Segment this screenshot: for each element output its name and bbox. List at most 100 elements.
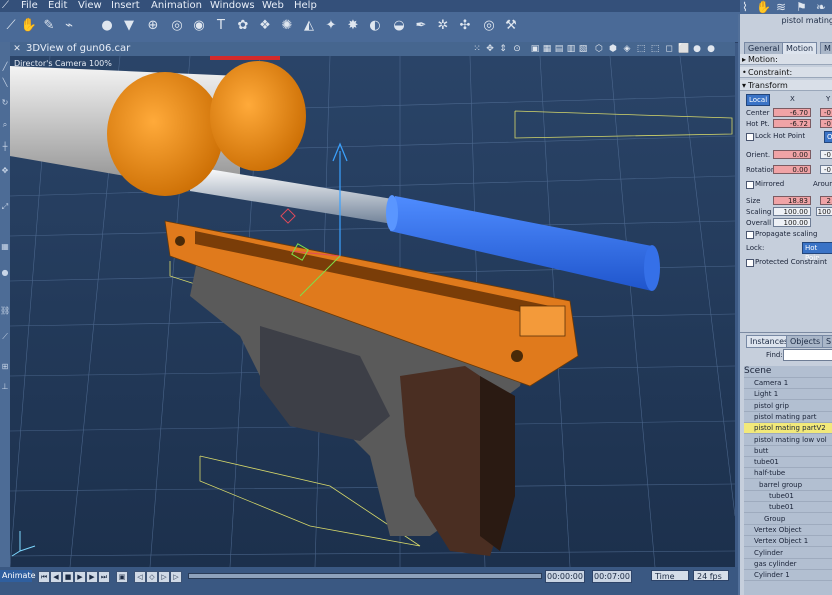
leaf-icon[interactable]: ❧: [816, 0, 826, 14]
torus-tool-icon[interactable]: ◎: [168, 17, 186, 35]
orient-x-field[interactable]: 0.00: [773, 150, 811, 159]
3d-viewport[interactable]: Director's Camera 100%: [10, 56, 735, 567]
rotation-x-field[interactable]: 0.00: [773, 165, 811, 174]
pen-tool-icon[interactable]: ✒: [412, 17, 430, 35]
propagate-checkbox[interactable]: [746, 231, 754, 239]
sphere-tool-icon[interactable]: ●: [98, 17, 116, 35]
menu-windows[interactable]: Windows: [210, 0, 255, 12]
tree-item[interactable]: Cylinder: [744, 548, 832, 559]
protected-checkbox[interactable]: [746, 259, 754, 267]
tab-objects[interactable]: Objects: [786, 335, 825, 348]
find-input[interactable]: [783, 349, 832, 361]
paint-tool-icon[interactable]: ▦: [0, 242, 10, 252]
shade3-icon[interactable]: ◈: [622, 44, 632, 54]
center-y-field[interactable]: -0: [820, 108, 832, 117]
terrain-tool-icon[interactable]: ◭: [300, 17, 318, 35]
move-view-icon[interactable]: ✥: [485, 44, 495, 54]
bowl-tool-icon[interactable]: ◒: [390, 17, 408, 35]
view-tool-icon[interactable]: ◉: [190, 17, 208, 35]
text-tool-icon[interactable]: T: [212, 17, 230, 35]
render-mode1-icon[interactable]: ▣: [530, 44, 540, 54]
lock-hot-point-button[interactable]: O: [824, 131, 832, 143]
render-mode5-icon[interactable]: ▧: [578, 44, 588, 54]
key-add-icon[interactable]: ◇: [146, 571, 158, 583]
lock-hot-point-checkbox[interactable]: [746, 133, 754, 141]
tree-item[interactable]: gas cylinder: [744, 559, 832, 570]
deform-tool-icon[interactable]: ❖: [256, 17, 274, 35]
disc-tool-icon[interactable]: ◐: [366, 17, 384, 35]
section-constraint[interactable]: • Constraint:: [740, 67, 832, 78]
bone-tool-icon[interactable]: ⟋: [0, 332, 10, 342]
light-tool-icon[interactable]: ✦: [322, 17, 340, 35]
render-mode2-icon[interactable]: ▦: [542, 44, 552, 54]
zoom-view-icon[interactable]: ⊙: [512, 44, 522, 54]
shade5-icon[interactable]: ⬚: [650, 44, 660, 54]
menu-help[interactable]: Help: [294, 0, 317, 12]
section-transform[interactable]: ▾ Transform: [740, 80, 832, 91]
menu-edit[interactable]: Edit: [48, 0, 67, 12]
morph-tool-icon[interactable]: ✸: [344, 17, 362, 35]
key-prev-icon[interactable]: ◁: [134, 571, 146, 583]
menu-view[interactable]: View: [78, 0, 102, 12]
tree-item[interactable]: barrel group: [744, 480, 832, 491]
animate-button[interactable]: Animate: [0, 570, 36, 582]
move-tool-icon[interactable]: ✋: [20, 17, 38, 35]
grid-dots-icon[interactable]: ⁙: [472, 44, 482, 54]
shade1-icon[interactable]: ⬡: [594, 44, 604, 54]
tree-item[interactable]: Cylinder 1: [744, 570, 832, 582]
scaling-x-field[interactable]: 100.00: [773, 207, 811, 216]
orient-y-field[interactable]: -0: [820, 150, 832, 159]
scale-tool-icon[interactable]: ⤢: [0, 202, 10, 212]
wand-tool-icon[interactable]: ⚒: [502, 17, 520, 35]
tree-item[interactable]: pistol mating partV2: [744, 423, 832, 435]
go-end-icon[interactable]: ⏭: [98, 571, 110, 583]
menu-file[interactable]: File: [21, 0, 38, 12]
hand-icon[interactable]: ✋: [756, 0, 771, 14]
step-forward-icon[interactable]: ▶: [86, 571, 98, 583]
tree-item[interactable]: half-tube: [744, 468, 832, 480]
size-y-field[interactable]: 2: [820, 196, 832, 205]
current-time-field[interactable]: 00:00:00: [545, 570, 585, 583]
pan-view-icon[interactable]: ⇕: [498, 44, 508, 54]
render-mode4-icon[interactable]: ▥: [566, 44, 576, 54]
brush-tool-icon[interactable]: ⌁: [60, 17, 78, 35]
record-icon[interactable]: ▣: [116, 571, 128, 583]
scroll-icon[interactable]: ⌇: [742, 0, 748, 14]
hotpt-y-field[interactable]: -0: [820, 119, 832, 128]
plant-tool-icon[interactable]: ✿: [234, 17, 252, 35]
center-x-field[interactable]: -6.70: [773, 108, 811, 117]
key-next-icon[interactable]: ▷: [158, 571, 170, 583]
section-motion[interactable]: ▸ Motion:: [740, 54, 832, 65]
particles-tool-icon[interactable]: ✲: [434, 17, 452, 35]
lock-dropdown[interactable]: Hot Poin: [802, 242, 832, 262]
viewport-close-icon[interactable]: ✕: [12, 44, 22, 54]
axis-tool-icon[interactable]: ┼: [0, 142, 10, 152]
size-x-field[interactable]: 18.83: [773, 196, 811, 205]
sphere-small-icon[interactable]: ●: [0, 268, 10, 278]
nodes-tool-icon[interactable]: ✣: [456, 17, 474, 35]
edge-tool-icon[interactable]: ╱: [0, 62, 10, 72]
tab-s[interactable]: S: [822, 335, 832, 348]
go-start-icon[interactable]: ⏮: [38, 571, 50, 583]
end-time-field[interactable]: 00:07:00: [592, 570, 632, 583]
cube-view-icon[interactable]: ⬜: [678, 44, 689, 54]
tree-root[interactable]: Scene: [744, 366, 832, 378]
time-unit-dropdown[interactable]: Time: [651, 570, 689, 581]
globe-tool-icon[interactable]: ⊕: [144, 17, 162, 35]
wave-icon[interactable]: ≋: [776, 0, 786, 14]
pencil-tool-icon[interactable]: ✎: [40, 17, 58, 35]
cone-tool-icon[interactable]: ▼: [120, 17, 138, 35]
sphere-gray-icon[interactable]: ●: [692, 44, 702, 54]
snap-tool-icon[interactable]: ⊞: [0, 362, 10, 372]
step-back-icon[interactable]: ◀: [50, 571, 62, 583]
rotation-y-field[interactable]: -0: [820, 165, 832, 174]
link-tool-icon[interactable]: ⛓: [0, 306, 10, 316]
tree-item[interactable]: pistol grip: [744, 401, 832, 412]
tree-item[interactable]: tube01: [744, 457, 832, 469]
space-dropdown[interactable]: Local: [746, 94, 771, 106]
tree-item[interactable]: pistol mating low vol: [744, 435, 832, 446]
play-icon[interactable]: ▶: [74, 571, 86, 583]
tree-item[interactable]: tube01: [744, 491, 832, 502]
tree-item[interactable]: Light 1: [744, 389, 832, 401]
tree-item[interactable]: butt: [744, 446, 832, 457]
